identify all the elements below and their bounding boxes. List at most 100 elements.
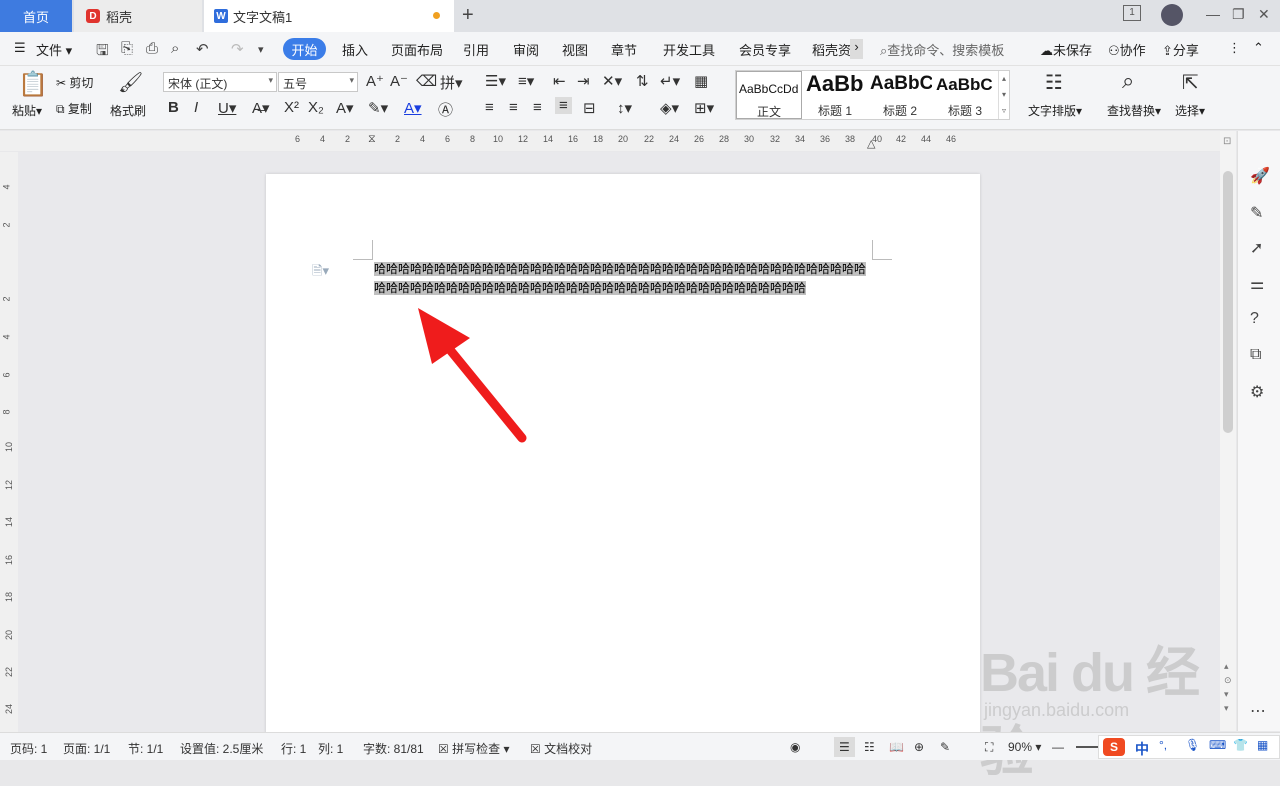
text-layout-icon[interactable]: ☷ xyxy=(1045,70,1063,95)
restore-icon[interactable]: ❐ xyxy=(1232,6,1245,23)
status-page-number[interactable]: 页码: 1 xyxy=(10,740,47,757)
scroll-page-up-icon[interactable]: ⊡ xyxy=(1223,136,1231,147)
avatar[interactable] xyxy=(1161,4,1183,26)
status-line[interactable]: 行: 1 xyxy=(281,740,306,757)
font-name-select[interactable]: 宋体 (正文) xyxy=(163,72,277,92)
menu-start[interactable]: 开始 xyxy=(283,38,326,60)
style-normal[interactable]: AaBbCcDd 正文 xyxy=(736,71,802,119)
share-button[interactable]: ⇪分享 xyxy=(1162,40,1199,59)
hamburger-icon[interactable]: ☰ xyxy=(14,40,26,56)
italic-icon[interactable]: I xyxy=(194,99,198,116)
redo-icon[interactable]: ↷ xyxy=(231,40,244,58)
strikethrough-icon[interactable]: A̶▾ xyxy=(252,99,270,117)
sort-icon[interactable]: ⇅ xyxy=(636,72,649,90)
status-setting[interactable]: 设置值: 2.5厘米 xyxy=(180,740,263,757)
translate-icon[interactable]: ⧉ xyxy=(1250,346,1261,364)
shrink-font-icon[interactable]: A⁻ xyxy=(390,72,408,90)
sogou-logo-icon[interactable]: S xyxy=(1103,738,1125,756)
ime-keyboard-icon[interactable]: ⌨ xyxy=(1209,738,1226,752)
new-tab-icon[interactable]: + xyxy=(462,4,474,27)
cursor-icon[interactable]: ➚ xyxy=(1250,238,1263,258)
tab-document[interactable]: W 文字文稿1 xyxy=(204,0,454,32)
print-preview-icon[interactable]: ⌕ xyxy=(171,40,179,57)
copy-button[interactable]: ⧉ 复制 xyxy=(56,100,92,117)
font-size-select[interactable]: 五号 xyxy=(278,72,358,92)
collapse-ribbon-icon[interactable]: ⌃ xyxy=(1253,40,1264,56)
export-pdf-icon[interactable]: ⎘ xyxy=(121,40,133,57)
unsaved-button[interactable]: ☁未保存 xyxy=(1040,40,1092,59)
underline-icon[interactable]: U▾ xyxy=(218,99,236,117)
text-effect-icon[interactable]: A▾ xyxy=(336,99,354,117)
close-icon[interactable]: ✕ xyxy=(1258,6,1270,23)
write-view-icon[interactable]: ✎ xyxy=(940,740,950,754)
justify-icon[interactable]: ≡ xyxy=(555,97,572,114)
horizontal-ruler[interactable]: 6 4 2 2 4 6 8 10 12 14 16 18 20 22 24 26… xyxy=(0,131,1220,151)
grow-font-icon[interactable]: A⁺ xyxy=(366,72,384,90)
menu-chapter[interactable]: 章节 xyxy=(611,40,637,59)
table-tabs-icon[interactable]: ▦ xyxy=(694,72,708,90)
borders-icon[interactable]: ⊞▾ xyxy=(694,99,714,117)
window-count-icon[interactable]: 1 xyxy=(1123,5,1141,21)
paste-button[interactable]: 粘贴▾ xyxy=(12,102,42,119)
search-commands[interactable]: ⌕查找命令、搜索模板 xyxy=(880,40,1004,59)
vertical-ruler[interactable]: 4 2 2 4 6 8 10 12 14 16 18 20 22 24 xyxy=(0,152,18,732)
distributed-icon[interactable]: ⊟ xyxy=(583,99,596,117)
numbering-icon[interactable]: ≡▾ xyxy=(518,72,534,90)
zoom-out-icon[interactable]: — xyxy=(1052,740,1064,754)
menu-view[interactable]: 视图 xyxy=(562,40,588,59)
collab-button[interactable]: ⚇协作 xyxy=(1108,40,1146,59)
menu-more-chevron-icon[interactable]: › xyxy=(850,39,863,59)
web-view-icon[interactable]: ⊕ xyxy=(914,740,924,754)
menu-member[interactable]: 会员专享 xyxy=(739,40,791,59)
style-scroll-icon[interactable]: ▴ ▾ ▿ xyxy=(998,71,1009,119)
style-heading-1[interactable]: AaBb 标题 1 xyxy=(804,71,866,119)
rocket-icon[interactable]: 🚀 xyxy=(1250,166,1270,186)
shading-icon[interactable]: ◈▾ xyxy=(660,99,679,117)
highlight-icon[interactable]: ✎▾ xyxy=(368,99,388,117)
align-center-icon[interactable]: ≡ xyxy=(509,99,518,116)
right-indent-marker-icon[interactable]: △ xyxy=(867,137,875,150)
chinese-layout-icon[interactable]: ✕▾ xyxy=(602,72,622,90)
menu-references[interactable]: 引用 xyxy=(463,40,489,59)
minimize-icon[interactable]: — xyxy=(1206,6,1220,22)
subscript-icon[interactable]: X₂ xyxy=(308,99,324,116)
menu-developer[interactable]: 开发工具 xyxy=(663,40,715,59)
status-column[interactable]: 列: 1 xyxy=(318,740,343,757)
ime-skin-icon[interactable]: 👕 xyxy=(1233,738,1248,752)
zoom-select[interactable]: 90% ▾ xyxy=(1008,740,1041,754)
document-page[interactable]: 🗎▾ 哈哈哈哈哈哈哈哈哈哈哈哈哈哈哈哈哈哈哈哈哈哈哈哈哈哈哈哈哈哈哈哈哈哈哈哈哈… xyxy=(266,174,980,734)
menu-review[interactable]: 审阅 xyxy=(513,40,539,59)
save-icon[interactable]: 🖫 xyxy=(96,40,109,65)
more-options-icon[interactable]: ⋮ xyxy=(1228,40,1241,56)
scroll-thumb[interactable] xyxy=(1223,171,1233,433)
clear-format-icon[interactable]: ⌫ xyxy=(416,72,437,90)
ime-lang[interactable]: 中 xyxy=(1135,739,1149,759)
select-cursor-icon[interactable]: ⇱ xyxy=(1182,70,1199,95)
eye-protect-icon[interactable]: ◉ xyxy=(790,740,800,754)
undo-icon[interactable]: ↶ xyxy=(196,40,209,58)
menu-insert[interactable]: 插入 xyxy=(342,40,368,59)
style-heading-2[interactable]: AaBbC 标题 2 xyxy=(868,71,932,119)
line-spacing-icon[interactable]: ↕▾ xyxy=(617,99,632,117)
bold-icon[interactable]: B xyxy=(168,99,179,116)
indent-marker-icon[interactable]: ⧖ xyxy=(368,133,376,146)
zoom-slider[interactable] xyxy=(1076,746,1100,748)
paragraph-menu-icon[interactable]: 🗎▾ xyxy=(312,262,329,284)
text-layout-button[interactable]: 文字排版▾ xyxy=(1028,102,1082,119)
read-view-icon[interactable]: 📖 xyxy=(889,740,904,754)
spellcheck-button[interactable]: ☒ 拼写检查 ▾ xyxy=(438,740,509,757)
paste-icon[interactable]: 📋 xyxy=(18,70,48,99)
help-icon[interactable]: ? xyxy=(1250,310,1259,328)
format-painter-icon[interactable]: 🖌 xyxy=(118,70,143,95)
menu-page-layout[interactable]: 页面布局 xyxy=(391,40,443,59)
settings-sliders-icon[interactable]: ⚌ xyxy=(1250,274,1264,294)
tab-daoke[interactable]: D 稻壳 xyxy=(74,0,202,32)
idea-icon[interactable]: ⚙ xyxy=(1250,382,1264,402)
bullets-icon[interactable]: ☰▾ xyxy=(485,72,506,90)
pinyin-guide-icon[interactable]: 拼▾ xyxy=(440,72,463,93)
fit-page-icon[interactable]: ⛶ xyxy=(985,740,993,755)
superscript-icon[interactable]: X² xyxy=(284,99,299,116)
find-replace-button[interactable]: 查找替换▾ xyxy=(1107,102,1161,119)
status-wordcount[interactable]: 字数: 81/81 xyxy=(363,740,424,757)
increase-indent-icon[interactable]: ⇥ xyxy=(577,72,590,90)
